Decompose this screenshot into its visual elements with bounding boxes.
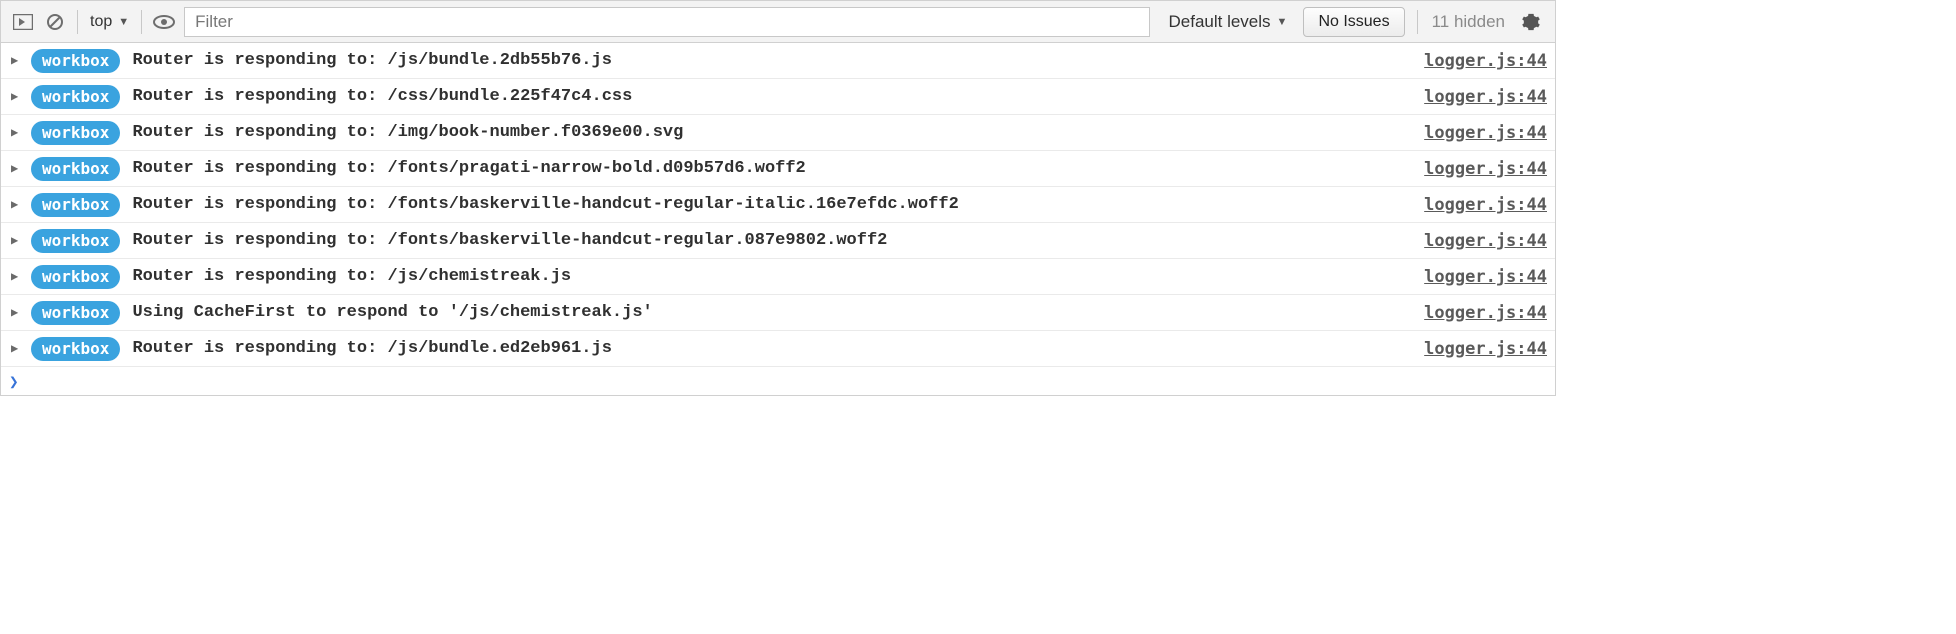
workbox-badge: workbox: [31, 85, 120, 109]
disclosure-triangle-icon[interactable]: ▶: [11, 233, 25, 248]
log-message: Using CacheFirst to respond to '/js/chem…: [132, 303, 1412, 322]
workbox-badge: workbox: [31, 121, 120, 145]
log-row[interactable]: ▶ workbox Router is responding to: /img/bo…: [1, 115, 1555, 151]
source-link[interactable]: logger.js:44: [1424, 231, 1547, 251]
workbox-badge: workbox: [31, 229, 120, 253]
workbox-badge: workbox: [31, 301, 120, 325]
source-link[interactable]: logger.js:44: [1424, 87, 1547, 107]
console-prompt[interactable]: ❯: [1, 367, 1555, 395]
log-message: Router is responding to: /fonts/pragati-…: [132, 159, 1412, 178]
source-link[interactable]: logger.js:44: [1424, 339, 1547, 359]
workbox-badge: workbox: [31, 265, 120, 289]
log-row[interactable]: ▶ workbox Router is responding to: /fonts/…: [1, 223, 1555, 259]
log-row[interactable]: ▶ workbox Router is responding to: /fonts/…: [1, 187, 1555, 223]
log-message: Router is responding to: /fonts/baskervi…: [132, 195, 1412, 214]
source-link[interactable]: logger.js:44: [1424, 51, 1547, 71]
context-selector[interactable]: top ▼: [84, 8, 135, 36]
source-link[interactable]: logger.js:44: [1424, 159, 1547, 179]
levels-label: Default levels: [1168, 12, 1270, 32]
log-message: Router is responding to: /js/chemistreak…: [132, 267, 1412, 286]
source-link[interactable]: logger.js:44: [1424, 303, 1547, 323]
log-row[interactable]: ▶ workbox Router is responding to: /js/bun…: [1, 331, 1555, 367]
log-message: Router is responding to: /img/book-numbe…: [132, 123, 1412, 142]
workbox-badge: workbox: [31, 337, 120, 361]
disclosure-triangle-icon[interactable]: ▶: [11, 89, 25, 104]
log-row[interactable]: ▶ workbox Router is responding to: /fonts/…: [1, 151, 1555, 187]
workbox-badge: workbox: [31, 193, 120, 217]
issues-label: No Issues: [1318, 13, 1389, 31]
disclosure-triangle-icon[interactable]: ▶: [11, 197, 25, 212]
log-row[interactable]: ▶ workbox Router is responding to: /js/che…: [1, 259, 1555, 295]
issues-button[interactable]: No Issues: [1303, 7, 1404, 37]
separator: [141, 10, 142, 34]
log-row[interactable]: ▶ workbox Router is responding to: /css/bu…: [1, 79, 1555, 115]
log-message: Router is responding to: /css/bundle.225…: [132, 87, 1412, 106]
workbox-badge: workbox: [31, 49, 120, 73]
workbox-badge: workbox: [31, 157, 120, 181]
disclosure-triangle-icon[interactable]: ▶: [11, 161, 25, 176]
hidden-count[interactable]: 11 hidden: [1424, 12, 1513, 32]
chevron-down-icon: ▼: [118, 16, 129, 28]
clear-console-icon[interactable]: [41, 8, 69, 36]
log-message: Router is responding to: /fonts/baskervi…: [132, 231, 1412, 250]
log-message: Router is responding to: /js/bundle.2db5…: [132, 51, 1412, 70]
source-link[interactable]: logger.js:44: [1424, 195, 1547, 215]
log-message: Router is responding to: /js/bundle.ed2e…: [132, 339, 1412, 358]
disclosure-triangle-icon[interactable]: ▶: [11, 125, 25, 140]
gear-icon[interactable]: [1517, 8, 1545, 36]
source-link[interactable]: logger.js:44: [1424, 267, 1547, 287]
context-label: top: [90, 13, 112, 31]
log-levels-selector[interactable]: Default levels ▼: [1158, 12, 1297, 32]
log-row[interactable]: ▶ workbox Using CacheFirst to respond to '…: [1, 295, 1555, 331]
chevron-down-icon: ▼: [1277, 16, 1288, 28]
disclosure-triangle-icon[interactable]: ▶: [11, 305, 25, 320]
console-toolbar: top ▼ Default levels ▼ No Issues 11 hidd…: [1, 1, 1555, 43]
source-link[interactable]: logger.js:44: [1424, 123, 1547, 143]
log-row[interactable]: ▶ workbox Router is responding to: /js/bun…: [1, 43, 1555, 79]
toggle-sidebar-icon[interactable]: [9, 8, 37, 36]
separator: [1417, 10, 1418, 34]
disclosure-triangle-icon[interactable]: ▶: [11, 269, 25, 284]
filter-input[interactable]: [184, 7, 1150, 37]
separator: [77, 10, 78, 34]
live-expression-icon[interactable]: [150, 8, 178, 36]
disclosure-triangle-icon[interactable]: ▶: [11, 341, 25, 356]
console-log-list: ▶ workbox Router is responding to: /js/bun…: [1, 43, 1555, 367]
prompt-caret-icon: ❯: [9, 372, 19, 391]
disclosure-triangle-icon[interactable]: ▶: [11, 53, 25, 68]
